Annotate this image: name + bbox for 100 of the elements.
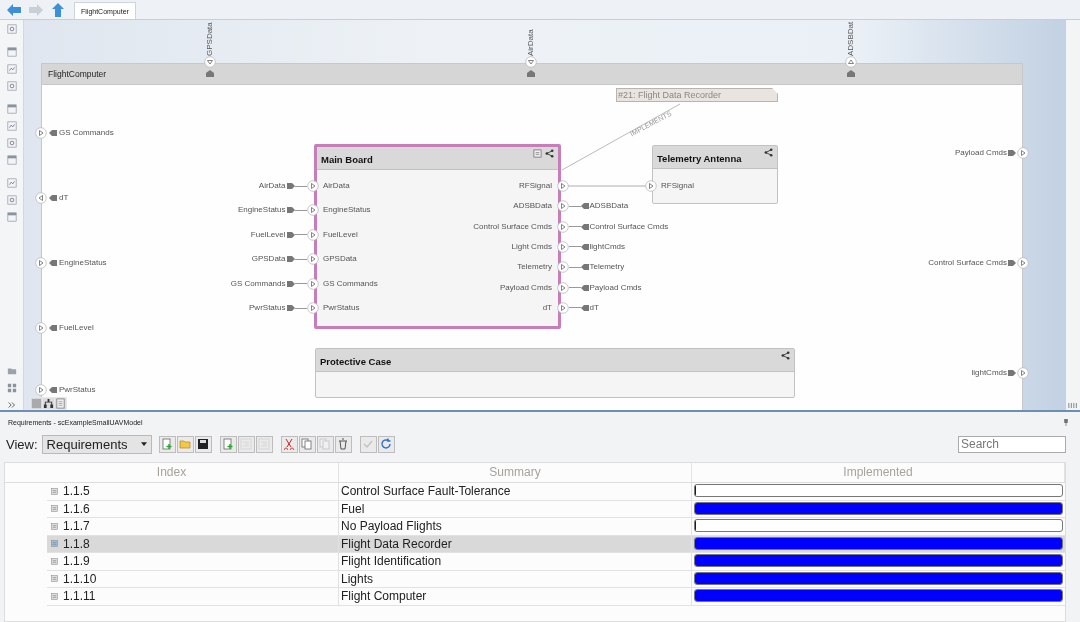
save-button[interactable]: [194, 435, 212, 453]
index-cell: 1.1.11: [63, 588, 96, 605]
port-label: ADSBData: [589, 200, 629, 213]
port-label: Control Surface Cmds: [589, 220, 669, 233]
port-label: PwrStatus: [249, 302, 286, 314]
port-icon[interactable]: [35, 127, 47, 139]
port-tag-icon: [49, 194, 57, 202]
port-tag-icon: [49, 324, 57, 332]
summary-cell: No Payload Flights: [339, 518, 692, 535]
requirement-row[interactable]: 1.1.7 No Payload Flights: [47, 518, 1065, 536]
component-block[interactable]: Protective Case: [315, 348, 795, 398]
trash-icon: [337, 438, 350, 450]
component-title: Main Board: [321, 154, 374, 165]
port-label: dT: [589, 301, 599, 314]
folder-icon[interactable]: [6, 366, 17, 376]
scissors-icon: [283, 438, 296, 450]
port-icon[interactable]: [845, 56, 857, 68]
requirement-row[interactable]: 1.1.6 Fuel: [47, 500, 1065, 518]
pin-icon[interactable]: [1064, 418, 1068, 426]
port-label: ADSBDat: [845, 22, 856, 56]
port-icon[interactable]: [306, 228, 319, 241]
port-label: Control Surface Cmds: [473, 220, 552, 233]
port-icon[interactable]: [556, 281, 569, 294]
port-tag-icon: [286, 182, 295, 190]
add-button[interactable]: [219, 435, 237, 453]
port-tag-icon: [580, 202, 589, 211]
port-label: dT: [542, 301, 552, 314]
copy-icon: [301, 438, 314, 450]
port-tag-icon: [847, 70, 855, 78]
requirement-row[interactable]: 1.1.5 Control Surface Fault-Tolerance: [47, 483, 1065, 501]
port-label: GS Commands: [230, 277, 286, 290]
summary-cell: Flight Data Recorder: [339, 535, 692, 552]
port-icon[interactable]: [556, 220, 569, 233]
port-tag-icon: [580, 263, 589, 272]
search-field[interactable]: Search: [958, 435, 1066, 453]
port-tag-icon: [286, 255, 295, 264]
grid-icon[interactable]: [6, 383, 17, 393]
port-label: PwrStatus: [323, 302, 360, 314]
port-label: Control Surface Cmds: [928, 257, 1007, 269]
port-icon[interactable]: [1017, 367, 1029, 379]
component-title: Telemetry Antenna: [657, 153, 743, 164]
resize-grip-icon[interactable]: [1068, 403, 1078, 408]
port-icon[interactable]: [306, 253, 319, 266]
chevrons-icon[interactable]: [6, 400, 17, 410]
port-icon[interactable]: [35, 192, 47, 204]
port-icon[interactable]: [1017, 257, 1029, 269]
port-tag-icon: [286, 230, 295, 239]
hierarchy-icon[interactable]: [43, 398, 54, 409]
port-label: GPSData: [251, 253, 286, 266]
requirement-row[interactable]: 1.1.9 Flight Identification: [47, 553, 1065, 571]
port-tag-icon: [286, 206, 295, 215]
port-icon[interactable]: [556, 240, 569, 253]
target-icon[interactable]: [6, 24, 17, 34]
share-icon[interactable]: [781, 351, 790, 360]
port-label: FuelLevel: [250, 228, 286, 241]
summary-cell: Flight Computer: [339, 588, 692, 605]
refresh-button[interactable]: [377, 435, 395, 453]
port-icon[interactable]: [35, 257, 47, 269]
port-icon[interactable]: [1017, 147, 1029, 159]
port-label: Payload Cmds: [499, 281, 552, 294]
save-icon: [197, 438, 210, 450]
port-tag-icon: [1008, 149, 1016, 157]
folder-icon: [179, 438, 192, 450]
port-icon[interactable]: [306, 277, 319, 290]
summary-cell: Flight Identification: [339, 553, 692, 570]
requirement-icon: [51, 592, 58, 600]
port-icon[interactable]: [556, 261, 569, 274]
port-label: GPSData: [204, 22, 215, 56]
port-icon[interactable]: [306, 180, 319, 192]
port-label: FuelLevel: [59, 322, 94, 334]
port-icon[interactable]: [556, 301, 569, 314]
port-tag-icon: [580, 242, 589, 251]
requirement-row[interactable]: 1.1.11 Flight Computer: [47, 588, 1065, 606]
port-tag-icon: [49, 259, 57, 267]
requirement-icon: [51, 522, 58, 530]
scissors-button[interactable]: [280, 435, 298, 453]
port-icon[interactable]: [556, 200, 569, 213]
check-icon: [362, 438, 375, 450]
port-label: lightCmds: [971, 367, 1007, 379]
port-icon[interactable]: [35, 322, 47, 334]
port-tag-icon: [580, 222, 589, 231]
port-label: PwrStatus: [59, 384, 96, 396]
port-icon[interactable]: [35, 384, 47, 396]
copy-button[interactable]: [298, 435, 316, 453]
port-icon[interactable]: [306, 204, 319, 217]
port-label: AirData: [258, 180, 286, 192]
port-icon[interactable]: [644, 180, 657, 192]
port-label: RFSignal: [661, 180, 694, 192]
share-icon[interactable]: [545, 149, 554, 158]
port-icon[interactable]: [556, 180, 569, 192]
paste-icon: [319, 438, 332, 450]
trash-button[interactable]: [334, 435, 352, 453]
share-icon[interactable]: [764, 148, 773, 157]
requirement-row[interactable]: 1.1.10 Lights: [47, 570, 1065, 588]
port-icon[interactable]: [306, 302, 319, 314]
view-dropdown[interactable]: Requirements: [41, 434, 152, 454]
new-button[interactable]: [158, 435, 176, 453]
port-icon[interactable]: [204, 56, 216, 68]
port-label: dT: [59, 192, 69, 204]
port-icon[interactable]: [525, 56, 537, 68]
